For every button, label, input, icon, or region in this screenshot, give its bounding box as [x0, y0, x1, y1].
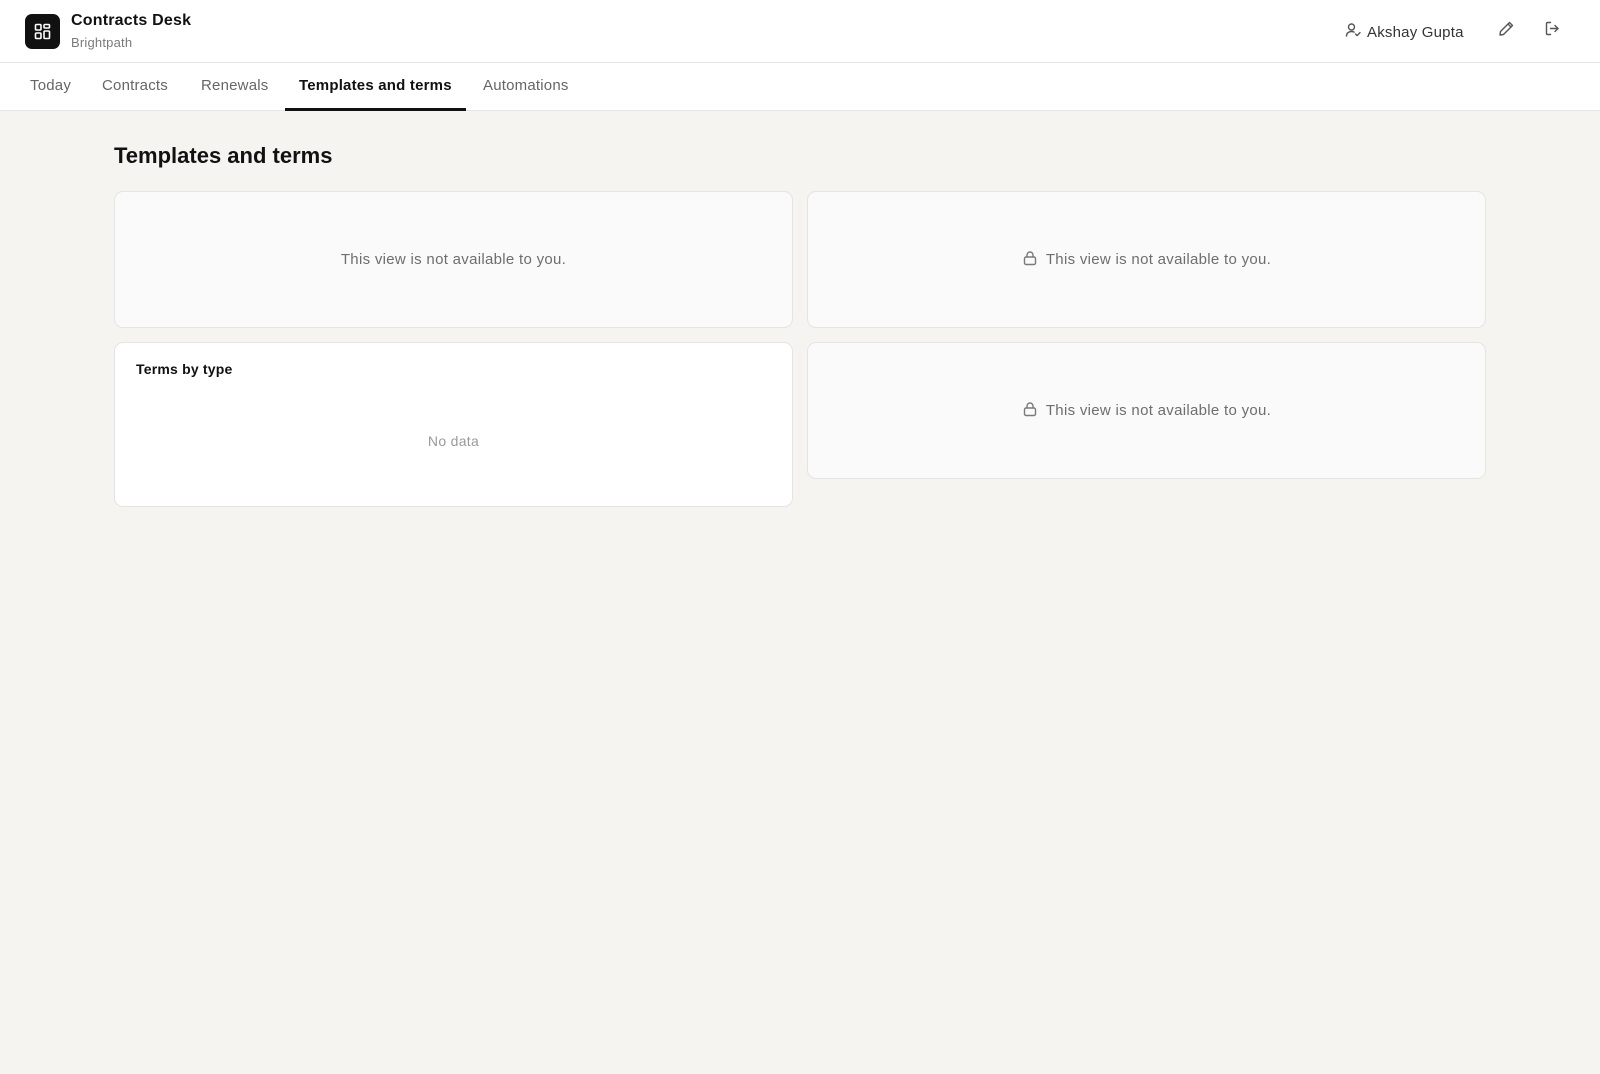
restricted-message-text: This view is not available to you.	[340, 251, 567, 268]
restricted-message-text: This view is not available to you.	[1045, 402, 1272, 419]
restricted-message-text: This view is not available to you.	[1045, 251, 1272, 268]
pencil-icon	[1498, 20, 1515, 42]
page-title: Templates and terms	[114, 143, 333, 168]
user-menu[interactable]: Akshay Gupta	[1345, 21, 1464, 43]
app-header: Contracts Desk Brightpath Akshay Gupta	[0, 0, 1600, 63]
terms-by-type-card: Terms by type No data	[114, 342, 793, 507]
tab-contracts[interactable]: Contracts	[88, 63, 182, 111]
edit-button[interactable]	[1494, 19, 1518, 43]
restricted-message: This view is not available to you.	[808, 192, 1485, 327]
workspace-name: Brightpath	[71, 35, 133, 50]
restricted-message: This view is not available to you.	[115, 192, 792, 327]
restricted-message: This view is not available to you.	[808, 343, 1485, 478]
logout-icon	[1544, 20, 1561, 42]
app-title: Contracts Desk	[71, 12, 192, 29]
logout-button[interactable]	[1540, 19, 1564, 43]
tab-renewals[interactable]: Renewals	[187, 63, 282, 111]
tab-today[interactable]: Today	[16, 63, 85, 111]
restricted-card: This view is not available to you.	[807, 191, 1486, 328]
tab-templates-and-terms[interactable]: Templates and terms	[285, 63, 466, 111]
restricted-card: This view is not available to you.	[114, 191, 793, 328]
restricted-card: This view is not available to you.	[807, 342, 1486, 479]
main-tabs: Today Contracts Renewals Templates and t…	[0, 63, 1600, 111]
lock-icon	[1022, 401, 1038, 421]
tab-automations[interactable]: Automations	[469, 63, 583, 111]
lock-icon	[1022, 250, 1038, 270]
user-name: Akshay Gupta	[1367, 23, 1464, 41]
card-title: Terms by type	[136, 361, 233, 377]
empty-state: No data	[427, 433, 480, 449]
user-check-icon	[1345, 22, 1361, 42]
dashboard-grid-icon[interactable]	[25, 14, 60, 49]
